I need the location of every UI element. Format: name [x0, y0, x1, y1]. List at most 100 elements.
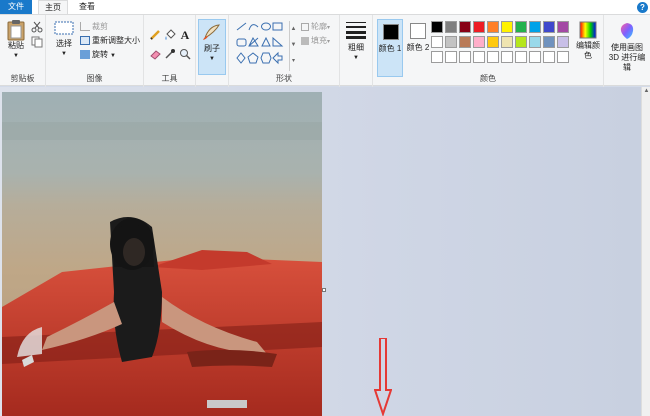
- chevron-down-icon: ▾: [327, 25, 331, 31]
- palette-swatch[interactable]: [501, 51, 513, 63]
- palette-swatch[interactable]: [501, 36, 513, 48]
- palette-swatch[interactable]: [543, 21, 555, 33]
- chevron-down-icon: ▼: [13, 53, 19, 59]
- palette-swatch[interactable]: [529, 51, 541, 63]
- palette-swatch[interactable]: [473, 51, 485, 63]
- scroll-up-icon[interactable]: ▲: [642, 87, 650, 96]
- canvas-image[interactable]: [2, 92, 322, 416]
- palette-swatch[interactable]: [557, 36, 569, 48]
- select-icon: [54, 21, 74, 35]
- crop-icon: [80, 22, 90, 32]
- palette-swatch[interactable]: [431, 36, 443, 48]
- palette-swatch[interactable]: [459, 21, 471, 33]
- image-group: 选择 ▼ 裁剪 重新调整大小 旋转 ▼ 图像: [46, 15, 144, 87]
- fill-icon: [301, 36, 309, 45]
- tab-home[interactable]: 主页: [38, 0, 68, 14]
- fill-bucket-icon[interactable]: [164, 29, 176, 41]
- palette-swatch[interactable]: [459, 36, 471, 48]
- palette-swatch[interactable]: [487, 51, 499, 63]
- crop-button[interactable]: 裁剪: [80, 22, 108, 32]
- shapes-scroll[interactable]: ▲ ▼ ▾: [289, 21, 297, 71]
- paste-button[interactable]: 粘贴 ▼: [3, 19, 29, 75]
- shapes-gallery[interactable]: [236, 21, 288, 73]
- ribbon: 粘贴 ▼ 剪贴板 选择 ▼ 裁剪 重新调整大小 旋转 ▼ 图像 A 工具 刷子 …: [0, 14, 650, 87]
- canvas-resize-handle[interactable]: [322, 288, 326, 292]
- palette-swatch[interactable]: [487, 21, 499, 33]
- shapes-group-label: 形状: [276, 74, 292, 83]
- image-group-label: 图像: [86, 74, 103, 83]
- line-size-icon: [346, 22, 366, 39]
- brushes-button[interactable]: 刷子 ▼: [198, 19, 226, 75]
- color2-label: 颜色 2: [406, 43, 430, 52]
- tools-group: A 工具: [144, 15, 196, 87]
- help-icon[interactable]: ?: [637, 2, 648, 13]
- brush-icon: [203, 24, 220, 40]
- palette-swatch[interactable]: [431, 51, 443, 63]
- palette-swatch[interactable]: [515, 51, 527, 63]
- select-button[interactable]: 选择 ▼: [52, 21, 76, 73]
- magnifier-icon[interactable]: [179, 48, 191, 60]
- color1-label: 颜色 1: [378, 44, 402, 53]
- palette-swatch[interactable]: [557, 51, 569, 63]
- fill-label: 填充: [311, 36, 327, 45]
- color2-button[interactable]: 颜色 2: [405, 19, 431, 77]
- chevron-down-icon: ▼: [110, 53, 116, 59]
- palette-swatch[interactable]: [487, 36, 499, 48]
- cut-icon[interactable]: [31, 21, 43, 33]
- color1-button[interactable]: 颜色 1: [377, 19, 403, 77]
- copy-icon[interactable]: [31, 36, 43, 48]
- chevron-down-icon: ▼: [209, 56, 215, 62]
- colors-group-label: 颜色: [480, 74, 496, 83]
- palette-swatch[interactable]: [515, 36, 527, 48]
- rotate-label: 旋转: [92, 50, 108, 59]
- paste-label: 粘贴: [8, 41, 24, 50]
- outline-label: 轮廓: [311, 22, 327, 31]
- rotate-icon: [80, 50, 90, 60]
- palette-swatch[interactable]: [501, 21, 513, 33]
- resize-icon: [80, 36, 90, 46]
- outline-button[interactable]: 轮廓▾: [301, 22, 330, 33]
- palette-swatch[interactable]: [543, 51, 555, 63]
- palette-swatch[interactable]: [445, 51, 457, 63]
- rotate-button[interactable]: 旋转 ▼: [80, 50, 116, 61]
- edit-colors-button[interactable]: 编辑颜色: [575, 19, 601, 75]
- palette-swatch[interactable]: [473, 36, 485, 48]
- paint3d-icon: [620, 23, 634, 39]
- tools-group-label: 工具: [161, 74, 178, 83]
- tab-file[interactable]: 文件: [0, 0, 32, 14]
- color2-swatch: [410, 23, 426, 39]
- ribbon-tab-bar: 文件 主页 查看 ?: [0, 0, 650, 14]
- palette-swatch[interactable]: [459, 51, 471, 63]
- pencil-icon[interactable]: [149, 29, 161, 41]
- edit-colors-label: 编辑颜色: [576, 41, 600, 60]
- clipboard-group-label: 剪贴板: [10, 74, 35, 83]
- crop-label: 裁剪: [92, 22, 108, 31]
- eraser-icon[interactable]: [149, 48, 161, 60]
- color1-swatch: [383, 24, 399, 40]
- palette-swatch[interactable]: [557, 21, 569, 33]
- text-tool-icon[interactable]: A: [179, 29, 191, 41]
- resize-button[interactable]: 重新调整大小: [80, 36, 140, 46]
- palette-swatch[interactable]: [431, 21, 443, 33]
- annotation-arrow-icon: [374, 338, 392, 416]
- select-label: 选择: [56, 39, 72, 48]
- resize-label: 重新调整大小: [92, 36, 140, 45]
- brushes-label: 刷子: [204, 44, 220, 53]
- palette-swatch[interactable]: [529, 36, 541, 48]
- fill-button[interactable]: 填充▾: [301, 36, 330, 47]
- tab-view[interactable]: 查看: [72, 0, 102, 14]
- chevron-down-icon: ▼: [353, 55, 359, 61]
- palette-swatch[interactable]: [473, 21, 485, 33]
- size-button[interactable]: 粗细 ▼: [343, 19, 369, 75]
- palette-swatch[interactable]: [529, 21, 541, 33]
- chevron-down-icon: ▼: [61, 51, 67, 57]
- shapes-group: ▲ ▼ ▾ 轮廓▾ 填充▾ 形状: [228, 15, 340, 87]
- paint3d-button[interactable]: 使用画图 3D 进行编辑: [606, 19, 648, 79]
- palette-swatch[interactable]: [515, 21, 527, 33]
- clipboard-group: 粘贴 ▼ 剪贴板: [0, 15, 46, 87]
- palette-swatch[interactable]: [445, 21, 457, 33]
- color-picker-icon[interactable]: [164, 48, 176, 60]
- palette-swatch[interactable]: [445, 36, 457, 48]
- palette-swatch[interactable]: [543, 36, 555, 48]
- vertical-scrollbar[interactable]: ▲: [641, 87, 650, 416]
